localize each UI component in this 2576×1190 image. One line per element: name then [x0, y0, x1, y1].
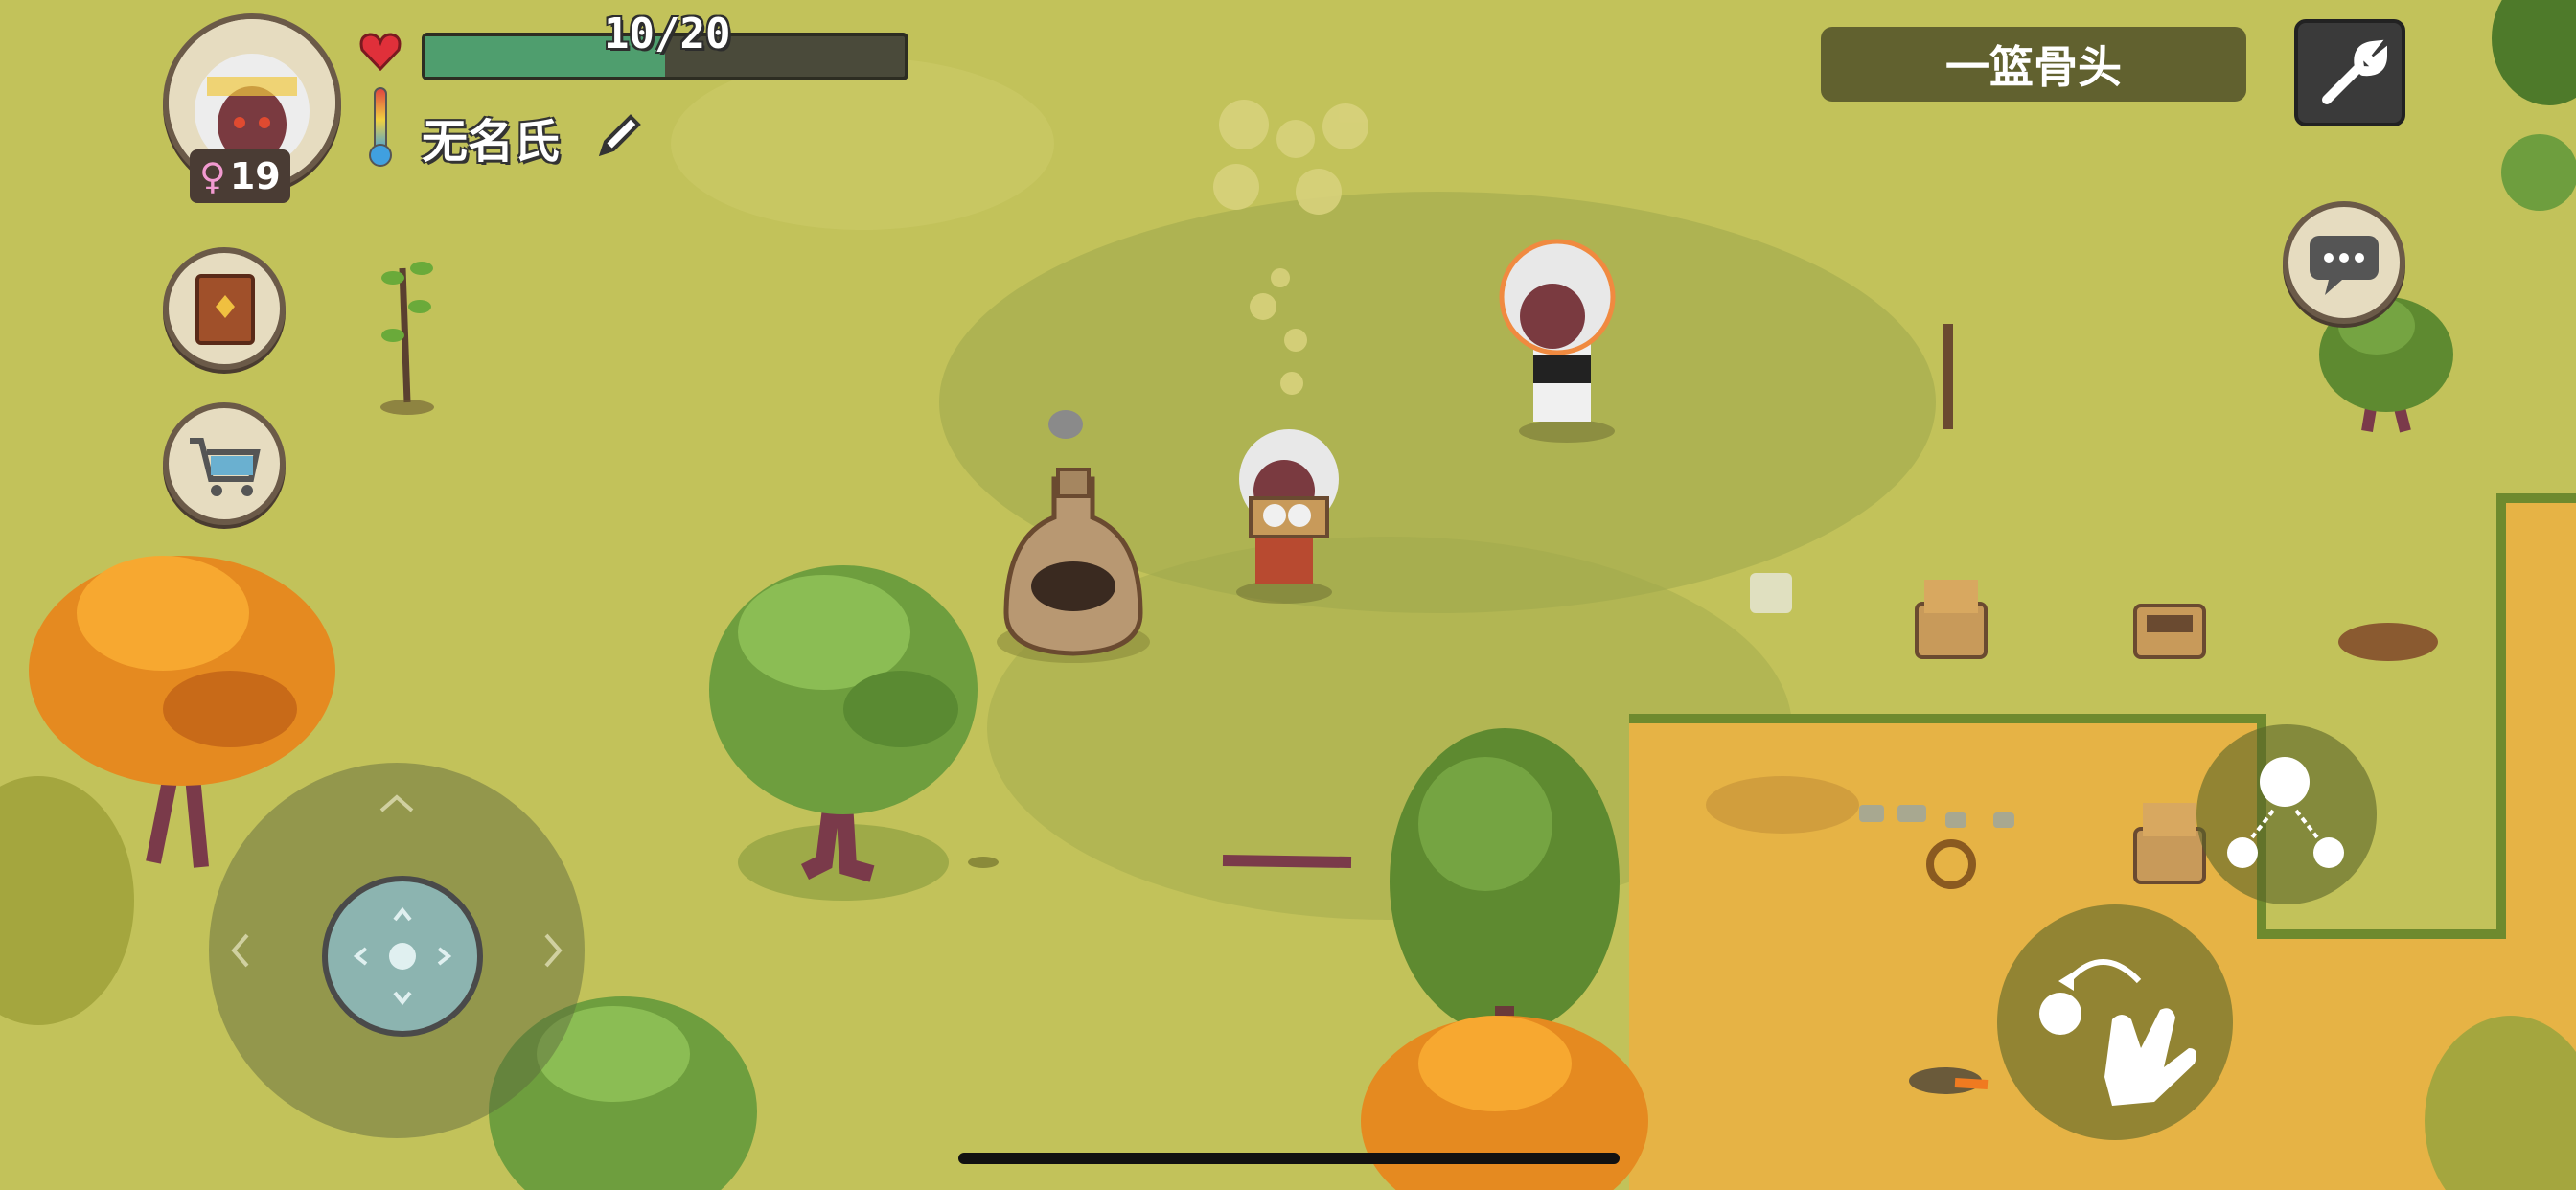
joystick-knob[interactable] [322, 876, 483, 1037]
shop-button[interactable] [163, 402, 286, 525]
virtual-joystick[interactable] [209, 763, 585, 1138]
chat-button[interactable] [2283, 201, 2405, 324]
settings-button[interactable] [2294, 19, 2405, 126]
basket-wheat-2[interactable] [2133, 803, 2206, 884]
tree-oak-center[interactable] [709, 565, 978, 901]
age-value: 19 [229, 155, 281, 197]
thermometer-icon [369, 87, 392, 167]
basket-empty[interactable] [2133, 604, 2206, 659]
basket-wheat-1[interactable] [1915, 580, 1988, 659]
grab-hand-icon [2039, 959, 2196, 1106]
health-text: 10/20 [604, 10, 731, 58]
home-indicator[interactable] [958, 1153, 1620, 1164]
wooden-stake[interactable] [1944, 324, 1953, 429]
speech-bubble-icon [2310, 236, 2379, 295]
pencil-icon[interactable] [592, 109, 646, 163]
group-button[interactable] [2196, 724, 2377, 904]
heart-icon [359, 33, 402, 71]
wrench-icon [2322, 39, 2388, 104]
flint-stone[interactable] [1750, 573, 1792, 613]
recipe-book-button[interactable] [163, 247, 286, 370]
dirt-pile[interactable] [2338, 623, 2438, 661]
shopping-cart-icon [190, 438, 261, 496]
player-name: 无名氏 [422, 115, 561, 169]
age-badge: ♀ 19 [190, 149, 290, 203]
grab-action-button[interactable] [1997, 904, 2233, 1140]
dpad-icon [353, 906, 452, 1006]
people-network-icon [2227, 757, 2344, 868]
branch-1[interactable] [1222, 855, 1352, 868]
small-shadow [968, 857, 999, 868]
book-icon [196, 274, 255, 345]
held-item-label: 一篮骨头 [1821, 27, 2246, 102]
female-icon: ♀ [199, 155, 226, 197]
round-stone[interactable] [1048, 410, 1083, 439]
